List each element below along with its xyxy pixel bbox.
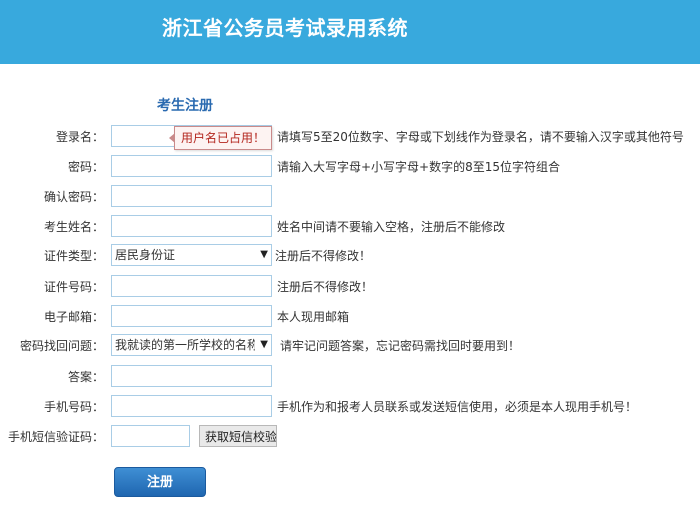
id-number-input[interactable] [111,275,272,297]
username-hint: 请填写5至20位数字、字母或下划线作为登录名，请不要输入汉字或其他符号 [277,130,684,144]
id-number-label: 证件号码： [43,280,104,294]
real-name-hint: 姓名中间请不要输入空格，注册后不能修改 [277,220,506,234]
username-label: 登录名： [55,130,104,144]
app-title: 浙江省公务员考试录用系统 [162,16,408,40]
dropdown-arrow-icon: ▼ [260,339,268,350]
security-question-value: 我就读的第一所学校的名称 [115,338,255,352]
id-type-row: 证件类型： 居民身份证 ▼ 注册后不得修改！ [0,244,700,266]
username-error-tooltip: 用户名已占用！ [168,126,273,150]
email-input[interactable] [111,305,272,327]
id-type-select[interactable]: 居民身份证 ▼ [111,244,272,266]
confirm-password-input[interactable] [111,185,272,207]
username-row: 登录名： 请填写5至20位数字、字母或下划线作为登录名，请不要输入汉字或其他符号 [0,125,700,147]
password-input[interactable] [111,155,272,177]
get-sms-code-button[interactable]: 获取短信校验码 [199,425,277,447]
phone-label: 手机号码： [43,400,104,414]
sms-code-input[interactable] [111,425,190,447]
answer-input[interactable] [111,365,272,387]
security-question-row: 密码找回问题： 我就读的第一所学校的名称 ▼ 请牢记问题答案，忘记密码需找回时要… [0,334,700,356]
answer-label: 答案： [67,370,104,384]
page-title: 考生注册 [157,98,213,114]
real-name-input[interactable] [111,215,272,237]
security-question-label: 密码找回问题： [19,339,104,353]
id-number-row: 证件号码： 注册后不得修改！ [0,275,700,297]
real-name-row: 考生姓名： 姓名中间请不要输入空格，注册后不能修改 [0,215,700,237]
register-button[interactable]: 注册 [114,467,206,497]
id-type-value: 居民身份证 [115,248,176,262]
id-type-label: 证件类型： [43,249,104,263]
app-header: 浙江省公务员考试录用系统 [0,0,700,64]
password-label: 密码： [67,160,104,174]
real-name-label: 考生姓名： [43,220,104,234]
email-label: 电子邮箱： [43,310,104,324]
email-row: 电子邮箱： 本人现用邮箱 [0,305,700,327]
answer-row: 答案： [0,365,700,387]
sms-code-row: 手机短信验证码： 获取短信校验码 [0,425,700,447]
sms-code-label: 手机短信验证码： [7,430,104,444]
password-row: 密码： 请输入大写字母+小写字母+数字的8至15位字符组合 [0,155,700,177]
id-number-hint: 注册后不得修改！ [277,280,374,294]
confirm-password-row: 确认密码： [0,185,700,207]
email-hint: 本人现用邮箱 [277,310,350,324]
phone-input[interactable] [111,395,272,417]
password-hint: 请输入大写字母+小写字母+数字的8至15位字符组合 [277,160,561,174]
id-type-hint: 注册后不得修改！ [275,249,372,263]
security-question-hint: 请牢记问题答案，忘记密码需找回时要用到！ [280,339,521,353]
security-question-select[interactable]: 我就读的第一所学校的名称 ▼ [111,334,272,356]
phone-row: 手机号码： 手机作为和报考人员联系或发送短信使用，必须是本人现用手机号！ [0,395,700,417]
phone-hint: 手机作为和报考人员联系或发送短信使用，必须是本人现用手机号！ [277,400,638,414]
confirm-password-label: 确认密码： [43,190,104,204]
dropdown-arrow-icon: ▼ [260,249,268,260]
